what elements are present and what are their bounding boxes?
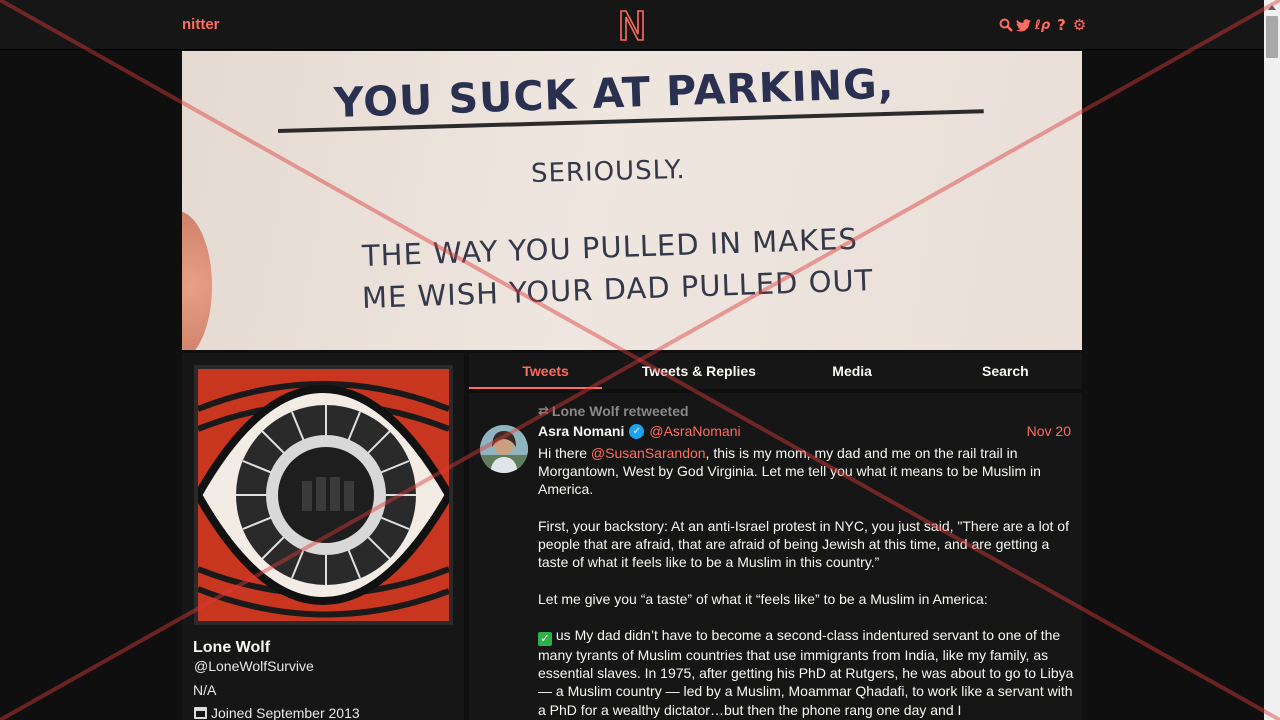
- profile-joined: Joined September 2013: [194, 705, 360, 720]
- tab-tweets[interactable]: Tweets: [469, 353, 622, 389]
- tweet-date[interactable]: Nov 20: [1027, 423, 1071, 439]
- tweet-author-avatar[interactable]: [480, 425, 528, 473]
- mention-link[interactable]: @SusanSarandon: [591, 445, 706, 461]
- p1-pre: Hi there: [538, 445, 591, 461]
- nav-icons: ℓρ ? ⚙: [998, 16, 1087, 34]
- profile-name[interactable]: Lone Wolf: [193, 639, 270, 657]
- timeline-tabs: Tweets Tweets & Replies Media Search: [469, 353, 1082, 389]
- gear-icon[interactable]: ⚙: [1072, 16, 1087, 34]
- flag-text: us: [555, 626, 571, 643]
- tweet-item[interactable]: ⇄ Lone Wolf retweeted Asra Nomani ✓ @Asr…: [469, 393, 1082, 720]
- tweet-header: Asra Nomani ✓ @AsraNomani: [538, 423, 741, 439]
- profile-card: Lone Wolf @LoneWolfSurvive N/A Joined Se…: [182, 353, 464, 720]
- lp-icon[interactable]: ℓρ: [1034, 16, 1051, 34]
- twitter-icon[interactable]: [1016, 16, 1031, 34]
- tweet-author-handle[interactable]: @AsraNomani: [649, 423, 740, 439]
- retweet-label: Lone Wolf retweeted: [551, 403, 689, 419]
- tab-search[interactable]: Search: [929, 353, 1082, 389]
- p4-text: My dad didn’t have to become a second-cl…: [538, 626, 1074, 718]
- search-icon[interactable]: [998, 16, 1013, 34]
- verified-badge-icon: ✓: [629, 423, 645, 439]
- scrollbar-thumb[interactable]: [1266, 16, 1278, 58]
- retweet-header: ⇄ Lone Wolf retweeted: [538, 403, 689, 419]
- tab-media[interactable]: Media: [776, 353, 929, 389]
- profile-handle[interactable]: @LoneWolfSurvive: [194, 658, 314, 674]
- tweet-paragraph-1: Hi there @SusanSarandon, this is my mom,…: [538, 444, 1076, 499]
- help-icon[interactable]: ?: [1054, 16, 1069, 34]
- nitter-logo-icon[interactable]: [618, 8, 646, 42]
- scrollbar[interactable]: [1264, 0, 1280, 720]
- tweet-paragraph-4: ✓ us My dad didn’t have to become a seco…: [538, 626, 1076, 719]
- banner-line-4: ME WISH YOUR DAD PULLED OUT: [361, 263, 874, 315]
- finger-image: [182, 211, 212, 350]
- profile-avatar[interactable]: [194, 365, 453, 625]
- navbar: nitter ℓρ ? ⚙: [0, 0, 1264, 50]
- calendar-icon: [194, 707, 207, 719]
- banner-line-2: SERIOUSLY.: [530, 154, 686, 189]
- tweet-author-name[interactable]: Asra Nomani: [538, 423, 624, 439]
- tab-tweets-replies[interactable]: Tweets & Replies: [622, 353, 775, 389]
- scroll-up-icon[interactable]: [1268, 5, 1276, 10]
- profile-bio: N/A: [193, 682, 217, 698]
- joined-text: Joined September 2013: [211, 705, 360, 720]
- retweet-icon: ⇄: [538, 403, 549, 418]
- tweet-paragraph-3: Let me give you “a taste” of what it “fe…: [538, 590, 988, 607]
- profile-banner[interactable]: YOU SUCK AT PARKING, SERIOUSLY. THE WAY …: [182, 51, 1082, 350]
- checkmark-emoji-icon: ✓: [538, 631, 552, 646]
- tweet-paragraph-2: First, your backstory: At an anti-Israel…: [538, 517, 1069, 571]
- brand-link[interactable]: nitter: [182, 16, 220, 33]
- tweet-content: Hi there @SusanSarandon, this is my mom,…: [538, 444, 1076, 720]
